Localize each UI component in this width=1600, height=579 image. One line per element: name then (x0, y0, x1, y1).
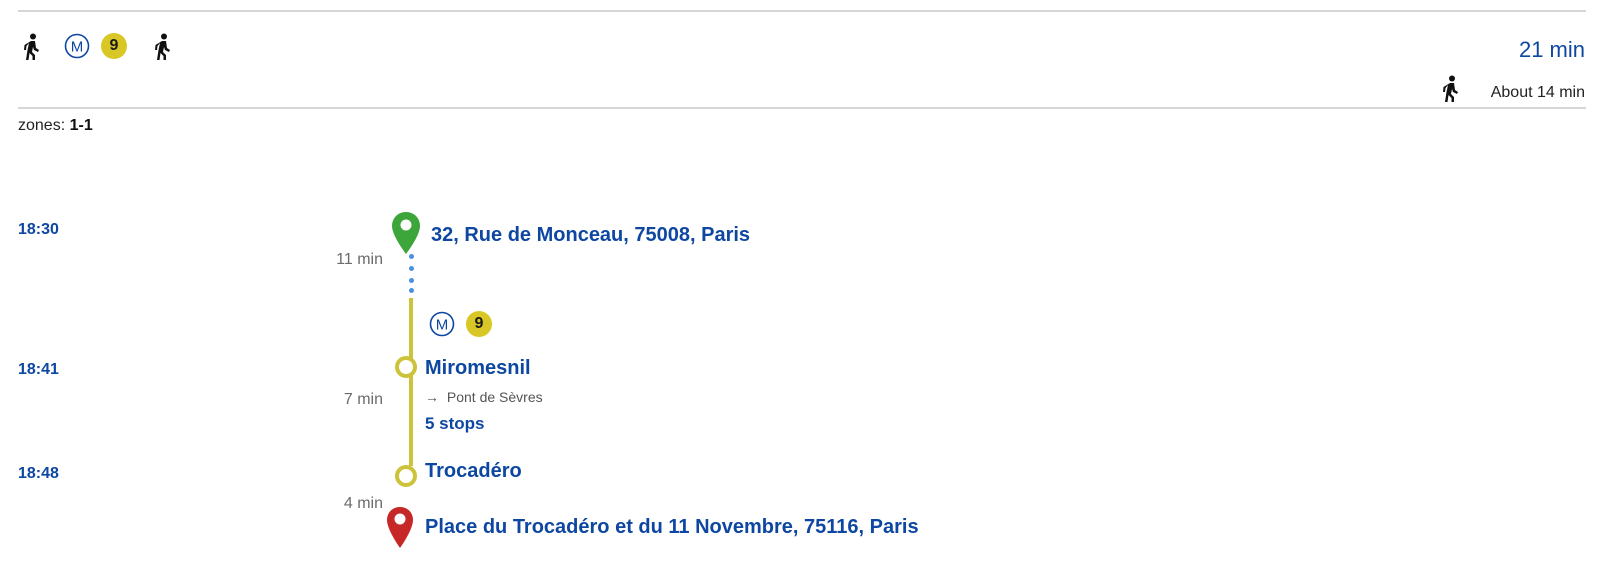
departure-time: 18:30 (18, 221, 59, 238)
walk-icon (1443, 75, 1458, 102)
alight-stop-name[interactable]: Trocadéro (425, 460, 522, 483)
walk-duration: 11 min (336, 251, 383, 268)
origin-address[interactable]: 32, Rue de Monceau, 75008, Paris (431, 224, 750, 247)
walk-icon (155, 33, 170, 60)
stop-marker-icon (395, 356, 417, 378)
arrow-right-icon: → (425, 389, 439, 405)
total-duration: 21 min (1518, 37, 1585, 62)
metro-icon: M (64, 33, 90, 59)
destination-address[interactable]: Place du Trocadéro et du 11 Novembre, 75… (425, 516, 919, 539)
metro-line-track (409, 298, 413, 466)
stop-marker-icon (395, 465, 417, 487)
alight-time: 18:48 (18, 465, 59, 482)
walk-path-dot (409, 278, 414, 283)
walk-summary: About 14 min (1490, 84, 1585, 101)
metro-icon: M (429, 311, 455, 337)
direction-info: → Pont de Sèvres (425, 389, 543, 405)
top-divider (18, 10, 1586, 12)
zones-value: 1-1 (69, 117, 93, 134)
zones-info: zones: 1-1 (18, 117, 93, 135)
destination-pin-icon (387, 507, 413, 548)
zones-label: zones: (18, 117, 66, 134)
section-divider (18, 107, 1586, 109)
walk-icon (24, 33, 39, 60)
origin-pin-icon (392, 212, 420, 254)
board-stop-name[interactable]: Miromesnil (425, 357, 531, 380)
svg-text:M: M (436, 317, 449, 334)
ride-duration: 7 min (343, 391, 383, 408)
walk-path-dot (409, 288, 414, 293)
stops-count-toggle[interactable]: 5 stops (425, 414, 485, 434)
walk-path-dot (409, 266, 414, 271)
board-time: 18:41 (18, 361, 59, 378)
svg-text:M: M (71, 39, 84, 56)
line-9-badge: 9 (101, 33, 127, 59)
direction-name: Pont de Sèvres (446, 389, 543, 405)
walk-duration: 4 min (343, 495, 383, 512)
line-9-badge: 9 (466, 311, 492, 337)
